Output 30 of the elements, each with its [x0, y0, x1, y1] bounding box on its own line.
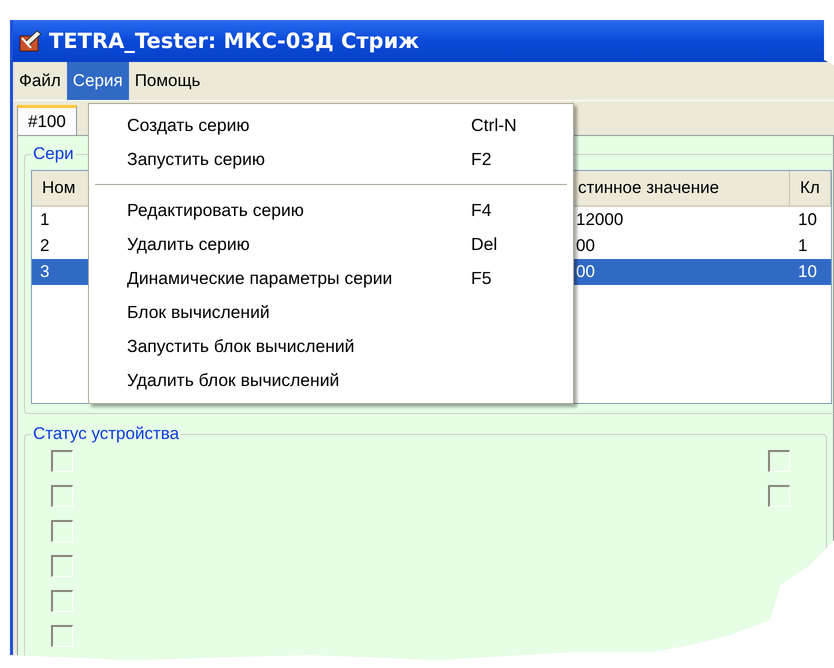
menu-item[interactable]: Помощь — [128, 62, 206, 100]
window-title: TETRA_Tester: МКС-03Д Стриж — [49, 29, 420, 53]
column-header[interactable]: Кл — [790, 171, 831, 205]
table-cell: 12000 — [576, 210, 624, 230]
menu-item[interactable]: Запустить блок вычислений — [89, 329, 573, 363]
checkbox[interactable] — [768, 450, 790, 472]
menu-item[interactable]: Удалить серию Del — [89, 227, 573, 261]
group-title: Статус устройства — [32, 424, 180, 444]
checkbox[interactable] — [51, 520, 73, 542]
table-cell: 1 — [798, 236, 808, 256]
menu-item[interactable]: Удалить блок вычислений — [89, 363, 573, 397]
checkbox[interactable] — [51, 590, 73, 612]
checkbox[interactable] — [51, 450, 73, 472]
table-cell: 10 — [798, 262, 817, 282]
checkbox[interactable] — [51, 555, 73, 577]
table-cell: 3 — [40, 262, 50, 282]
table-cell: 10 — [798, 210, 817, 230]
checkbox[interactable] — [51, 625, 73, 647]
menu-item[interactable]: Создать серию Ctrl-N — [89, 108, 573, 142]
menu-item[interactable]: Файл — [13, 62, 67, 100]
group-title: Сери — [32, 144, 75, 164]
table-cell: 00 — [576, 236, 595, 256]
checkbox[interactable] — [768, 485, 790, 507]
menu-item[interactable]: Серия — [66, 62, 129, 100]
app-icon — [17, 28, 43, 54]
tab[interactable]: #100 — [17, 105, 77, 135]
menu-item[interactable]: Динамические параметры серии F5 — [89, 261, 573, 295]
table-cell: 00 — [576, 262, 595, 282]
menu-item[interactable]: Блок вычислений — [89, 295, 573, 329]
checkbox[interactable] — [51, 485, 73, 507]
